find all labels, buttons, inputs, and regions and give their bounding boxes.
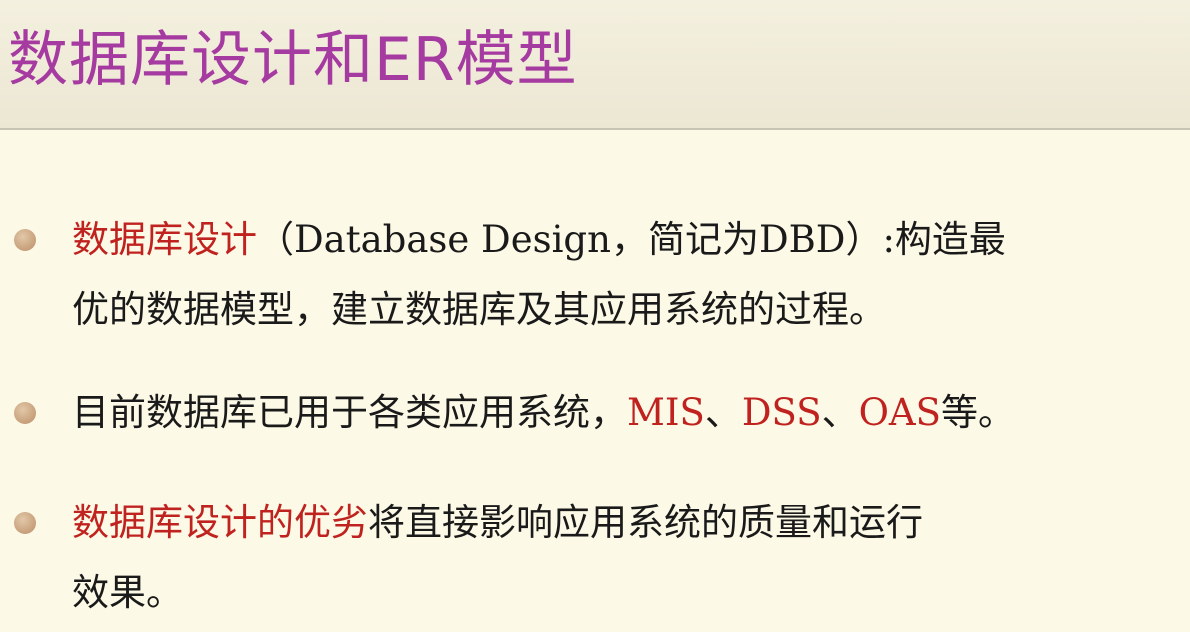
bullet-3-text: 将直接影响应用系统的质量和运行 bbox=[368, 501, 923, 544]
bullet-1-line-2: 优的数据模型，建立数据库及其应用系统的过程。 bbox=[72, 288, 886, 331]
bullet-2-oas: OAS bbox=[858, 391, 941, 434]
bullet-1-text: （Database Design，简记为DBD）:构造最 bbox=[257, 218, 1006, 261]
slide-title: 数据库设计和ER模型 bbox=[8, 25, 578, 95]
title-band: 数据库设计和ER模型 bbox=[0, 0, 1190, 128]
bullet-2-text-start: 目前数据库已用于各类应用系统， bbox=[72, 391, 627, 434]
bullet-2-sep-1: 、 bbox=[704, 391, 742, 434]
bullet-2-line-1: 目前数据库已用于各类应用系统，MIS、DSS、OAS等。 bbox=[72, 383, 1015, 443]
bullet-1-highlight: 数据库设计 bbox=[72, 218, 257, 261]
bullet-1-line-1: 数据库设计（Database Design，简记为DBD）:构造最 bbox=[72, 210, 1006, 270]
bullet-3-highlight: 数据库设计的优劣 bbox=[72, 501, 368, 544]
bullet-2-dss: DSS bbox=[741, 391, 822, 434]
bullet-dot-2 bbox=[14, 402, 36, 424]
slide-body bbox=[0, 130, 1190, 632]
bullet-3-line-1: 数据库设计的优劣将直接影响应用系统的质量和运行 bbox=[72, 493, 923, 553]
bullet-dot-1 bbox=[14, 229, 36, 251]
bullet-2-text-end: 等。 bbox=[940, 391, 1015, 434]
bullet-2-mis: MIS bbox=[627, 391, 705, 434]
bullet-2-sep-2: 、 bbox=[821, 391, 859, 434]
bullet-dot-3 bbox=[14, 512, 36, 534]
bullet-3-line-2: 效果。 bbox=[72, 571, 183, 614]
